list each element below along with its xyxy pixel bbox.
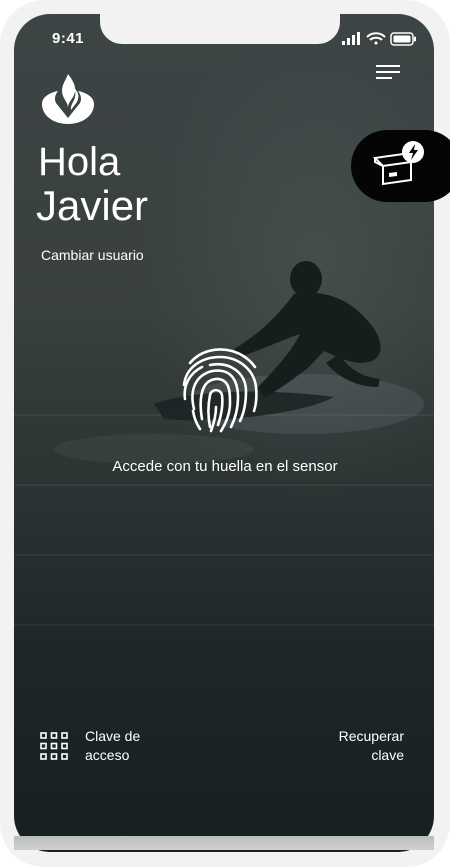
recover-key-label-line2: clave — [371, 747, 404, 763]
wifi-icon — [366, 32, 386, 45]
recover-key-label-line1: Recuperar — [338, 728, 404, 744]
greeting-hello: Hola — [38, 140, 121, 184]
status-time: 9:41 — [52, 30, 85, 47]
access-key-button[interactable]: Clave de acceso — [85, 727, 175, 765]
signal-icon — [342, 32, 360, 45]
greeting-name: Javier — [36, 182, 149, 229]
access-key-label-line1: Clave de — [85, 728, 141, 744]
fingerprint-icon[interactable] — [176, 345, 266, 435]
keypad-grid-icon[interactable] — [40, 732, 68, 760]
change-user-link[interactable]: Cambiar usuario — [41, 247, 144, 263]
offer-box-lightning-icon — [372, 141, 424, 186]
sea-texture — [14, 624, 434, 626]
fingerprint-instruction: Accede con tu huella en el sensor — [112, 458, 338, 475]
sea-texture — [14, 554, 434, 556]
screen-bottom-strip — [14, 836, 434, 850]
device-notch — [100, 14, 340, 44]
access-key-label-line2: acceso — [85, 747, 130, 763]
status-icons — [342, 32, 416, 46]
hamburger-menu-icon[interactable] — [376, 64, 400, 80]
recover-key-button[interactable]: Recuperar clave — [300, 727, 404, 765]
battery-icon — [390, 32, 416, 46]
promo-offer-button[interactable] — [351, 130, 450, 202]
sea-texture — [14, 484, 434, 486]
phone-frame: 9:41 Hola Javier Cambiar usuario Accede … — [0, 0, 450, 867]
santander-flame-icon — [42, 74, 94, 124]
